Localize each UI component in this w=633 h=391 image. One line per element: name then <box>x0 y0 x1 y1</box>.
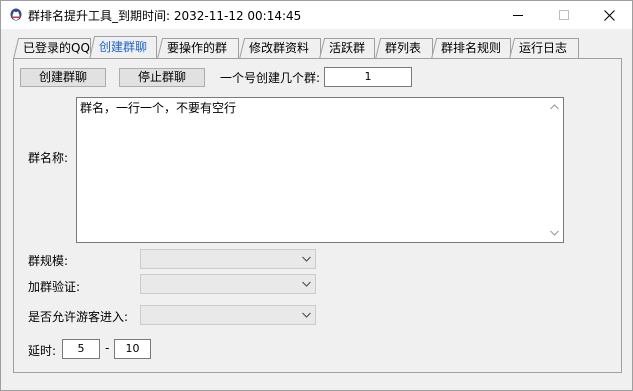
group-name-label: 群名称: <box>28 151 69 165</box>
tab-label: 活跃群 <box>329 41 366 55</box>
tab-active-groups[interactable]: 活跃群 <box>319 38 375 59</box>
tab-label: 创建群聊 <box>99 40 148 54</box>
delay-label: 延时: <box>28 344 57 358</box>
qq-penguin-icon <box>10 8 22 21</box>
tab-label: 已登录的QQ <box>23 41 90 55</box>
close-icon <box>603 9 615 21</box>
delay-max-input[interactable]: 10 <box>114 339 151 359</box>
tab-run-log[interactable]: 运行日志 <box>509 38 579 59</box>
group-scale-label: 群规模: <box>28 254 69 268</box>
group-name-text: 群名，一行一个，不要有空行 <box>80 101 237 115</box>
tab-strip: 已登录的QQ 创建群聊 要操作的群 修改群资料 活跃群 群列表 群排名规则 运行… <box>1 29 632 60</box>
chevron-down-icon <box>302 256 311 262</box>
tab-target-groups[interactable]: 要操作的群 <box>157 38 239 59</box>
group-scale-select[interactable] <box>140 249 316 269</box>
scroll-down-icon <box>550 230 559 236</box>
join-verify-label: 加群验证: <box>28 280 81 294</box>
tab-logged-in-qq[interactable]: 已登录的QQ <box>13 38 91 59</box>
minimize-button[interactable] <box>495 1 541 29</box>
close-button[interactable] <box>586 1 632 29</box>
join-verify-select[interactable] <box>140 274 316 294</box>
tab-create-group[interactable]: 创建群聊 <box>89 36 157 60</box>
tab-edit-group-info[interactable]: 修改群资料 <box>239 38 321 59</box>
create-group-button[interactable]: 创建群聊 <box>20 68 106 87</box>
chevron-down-icon <box>302 281 311 287</box>
maximize-button[interactable] <box>541 1 587 29</box>
window-title: 群排名提升工具_到期时间: 2032-11-12 00:14:45 <box>28 9 302 23</box>
tab-label: 群排名规则 <box>441 41 502 55</box>
chevron-down-icon <box>302 312 311 318</box>
allow-guest-select[interactable] <box>140 305 316 325</box>
maximize-icon <box>559 10 569 20</box>
tab-ranking-rules[interactable]: 群排名规则 <box>431 38 511 59</box>
app-window: 群排名提升工具_到期时间: 2032-11-12 00:14:45 已登录的QQ… <box>0 0 633 391</box>
group-name-textarea[interactable]: 群名，一行一个，不要有空行 <box>76 97 564 243</box>
title-bar: 群排名提升工具_到期时间: 2032-11-12 00:14:45 <box>1 1 632 29</box>
tab-label: 运行日志 <box>519 41 568 55</box>
per-account-input[interactable]: 1 <box>324 67 412 87</box>
tab-label: 要操作的群 <box>167 41 228 55</box>
scroll-up-icon <box>550 104 559 110</box>
minimize-icon <box>513 15 523 16</box>
allow-guest-label: 是否允许游客进入: <box>28 310 129 324</box>
per-account-label: 一个号创建几个群: <box>220 71 321 85</box>
tab-label: 修改群资料 <box>249 41 310 55</box>
tab-group-list[interactable]: 群列表 <box>375 38 433 59</box>
delay-separator: - <box>105 341 110 355</box>
stop-group-button[interactable]: 停止群聊 <box>119 68 205 87</box>
delay-min-input[interactable]: 5 <box>62 339 100 359</box>
tab-label: 群列表 <box>385 41 422 55</box>
vertical-scrollbar[interactable] <box>546 98 563 242</box>
